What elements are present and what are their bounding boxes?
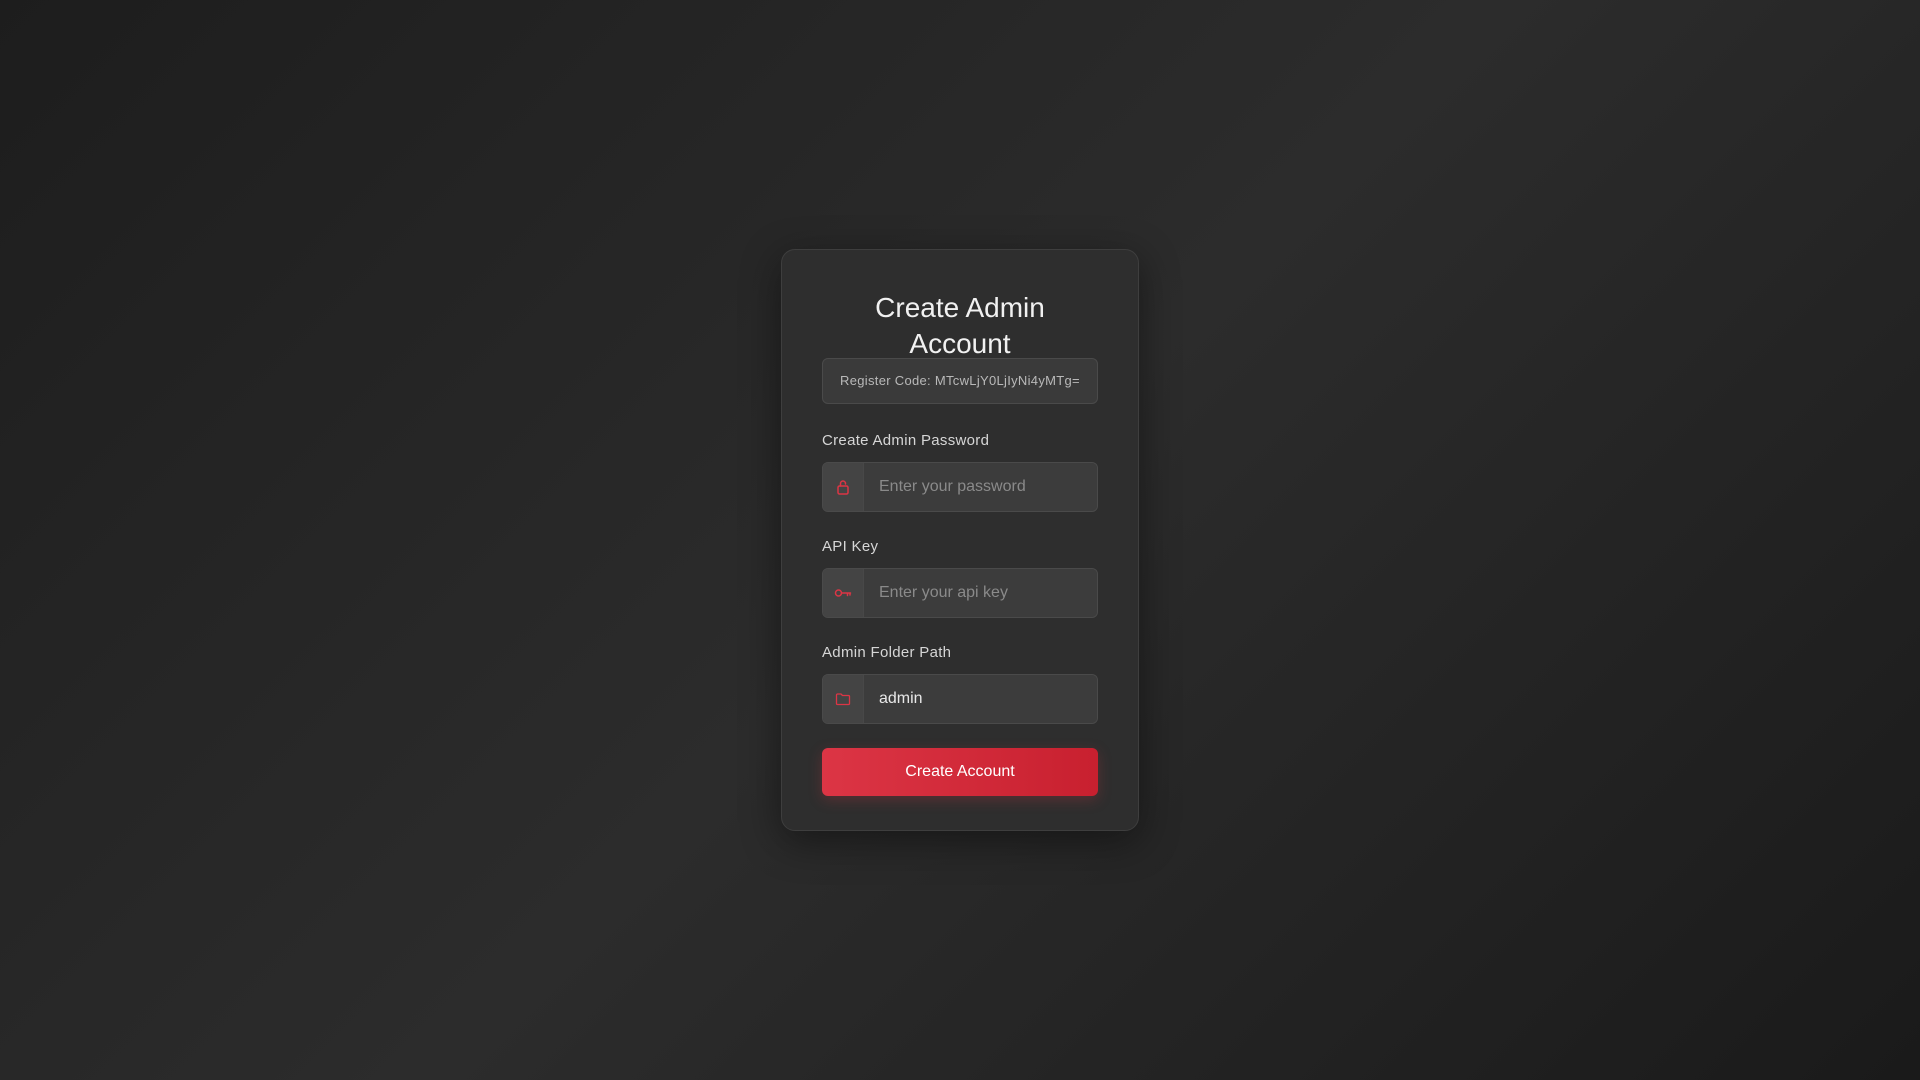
key-icon [823, 569, 864, 617]
password-label: Create Admin Password [822, 432, 990, 449]
page-title: Create Admin Account [875, 292, 1045, 359]
password-input[interactable] [864, 463, 1097, 511]
folder-path-input[interactable] [864, 675, 1097, 723]
register-code-field: Register Code: MTcwLjY0LjIyNi4yMTg= [822, 358, 1098, 404]
folder-path-label: Admin Folder Path [822, 644, 952, 661]
folder-path-input-group [822, 674, 1098, 724]
api-key-label: API Key [822, 538, 879, 555]
api-key-input[interactable] [864, 569, 1097, 617]
create-admin-card: Create Admin Account Register Code: MTcw… [781, 249, 1139, 831]
api-key-input-group [822, 568, 1098, 618]
password-input-group [822, 462, 1098, 512]
create-account-button[interactable]: Create Account [822, 748, 1098, 796]
folder-icon [823, 675, 864, 723]
lock-icon [823, 463, 864, 511]
